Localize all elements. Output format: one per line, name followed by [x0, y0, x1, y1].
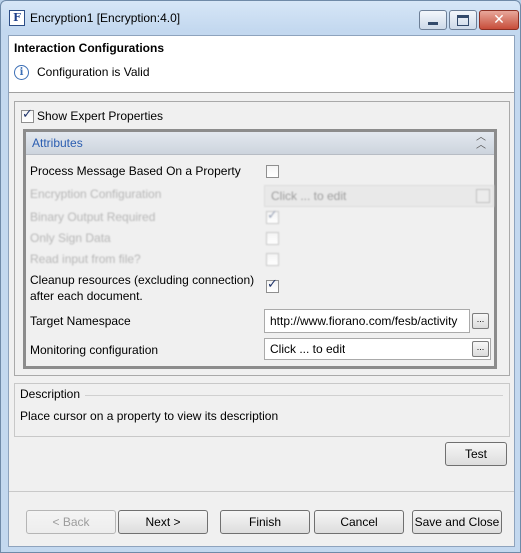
description-panel: Description Place cursor on a property t… [14, 383, 510, 437]
footer-separator [9, 491, 514, 492]
show-expert-checkbox[interactable]: ✓ [21, 107, 34, 123]
description-title: Description [20, 387, 81, 401]
target-namespace-value: http://www.fiorano.com/fesb/activity [270, 314, 458, 328]
prop-label-binary-output: Binary Output Required [30, 210, 156, 224]
prop-label-read-input: Read input from file? [30, 252, 141, 266]
back-button[interactable]: < Back [26, 510, 116, 534]
prop-label-cleanup-line2: after each document. [30, 289, 143, 303]
attributes-frame: Attributes ︿ ︿ Process Message Based On a… [23, 129, 497, 369]
prop-label-target-namespace: Target Namespace [30, 314, 131, 328]
window-title: Encryption1 [Encryption:4.0] [30, 11, 181, 25]
attributes-section: Attributes ︿ ︿ Process Message Based On a… [26, 132, 494, 366]
description-divider [85, 395, 503, 396]
binary-output-checkbox[interactable]: ✓ [266, 208, 279, 224]
maximize-icon [457, 15, 469, 26]
app-logo-icon: F [9, 10, 25, 26]
target-namespace-ellipsis-button[interactable]: ... [472, 313, 489, 329]
monitoring-ellipsis-button[interactable]: ... [472, 341, 489, 357]
title-bar[interactable]: F Encryption1 [Encryption:4.0] ✕ [1, 1, 520, 35]
monitoring-config-value: Click ... to edit [270, 342, 346, 356]
dialog-content: Interaction Configurations i Configurati… [8, 35, 515, 547]
prop-label-process-message: Process Message Based On a Property [30, 164, 241, 178]
show-expert-label[interactable]: Show Expert Properties [37, 109, 163, 123]
prop-label-monitoring: Monitoring configuration [30, 343, 159, 357]
finish-button[interactable]: Finish [220, 510, 310, 534]
ellipsis-icon[interactable] [476, 189, 490, 203]
cancel-button[interactable]: Cancel [314, 510, 404, 534]
save-and-close-button[interactable]: Save and Close [412, 510, 502, 534]
next-button[interactable]: Next > [118, 510, 208, 534]
minimize-icon [428, 22, 438, 25]
read-input-checkbox[interactable] [266, 253, 279, 266]
cleanup-checkbox[interactable]: ✓ [266, 277, 279, 293]
info-icon: i [14, 65, 29, 80]
checkmark-icon: ✓ [22, 107, 33, 122]
dialog-window: F Encryption1 [Encryption:4.0] ✕ Interac… [0, 0, 521, 553]
only-sign-checkbox[interactable] [266, 232, 279, 245]
prop-label-cleanup-line1: Cleanup resources (excluding connection) [30, 273, 255, 287]
checkmark-icon: ✓ [267, 277, 278, 292]
header-panel: Interaction Configurations i Configurati… [9, 36, 514, 93]
monitoring-config-field[interactable]: Click ... to edit ... [264, 338, 491, 360]
prop-label-encryption-config: Encryption Configuration [30, 187, 162, 201]
close-button[interactable]: ✕ [479, 10, 519, 30]
target-namespace-input[interactable]: http://www.fiorano.com/fesb/activity [264, 309, 470, 333]
encryption-config-value: Click ... to edit [271, 189, 347, 203]
process-message-checkbox[interactable] [266, 165, 279, 178]
close-icon: ✕ [493, 12, 505, 28]
validation-status: Configuration is Valid [37, 65, 150, 79]
properties-panel: ✓ Show Expert Properties Attributes ︿ ︿ P… [14, 101, 510, 376]
page-title: Interaction Configurations [14, 41, 164, 55]
attributes-title: Attributes [32, 136, 83, 150]
encryption-config-field[interactable]: Click ... to edit [264, 185, 494, 207]
checkmark-icon: ✓ [267, 208, 278, 223]
prop-label-only-sign: Only Sign Data [30, 231, 111, 245]
minimize-button[interactable] [419, 10, 447, 30]
test-button[interactable]: Test [445, 442, 507, 466]
collapse-chevrons-icon[interactable]: ︿ ︿ [476, 133, 486, 151]
attributes-header[interactable]: Attributes ︿ ︿ [26, 132, 494, 155]
maximize-button[interactable] [449, 10, 477, 30]
description-text: Place cursor on a property to view its d… [20, 409, 279, 423]
